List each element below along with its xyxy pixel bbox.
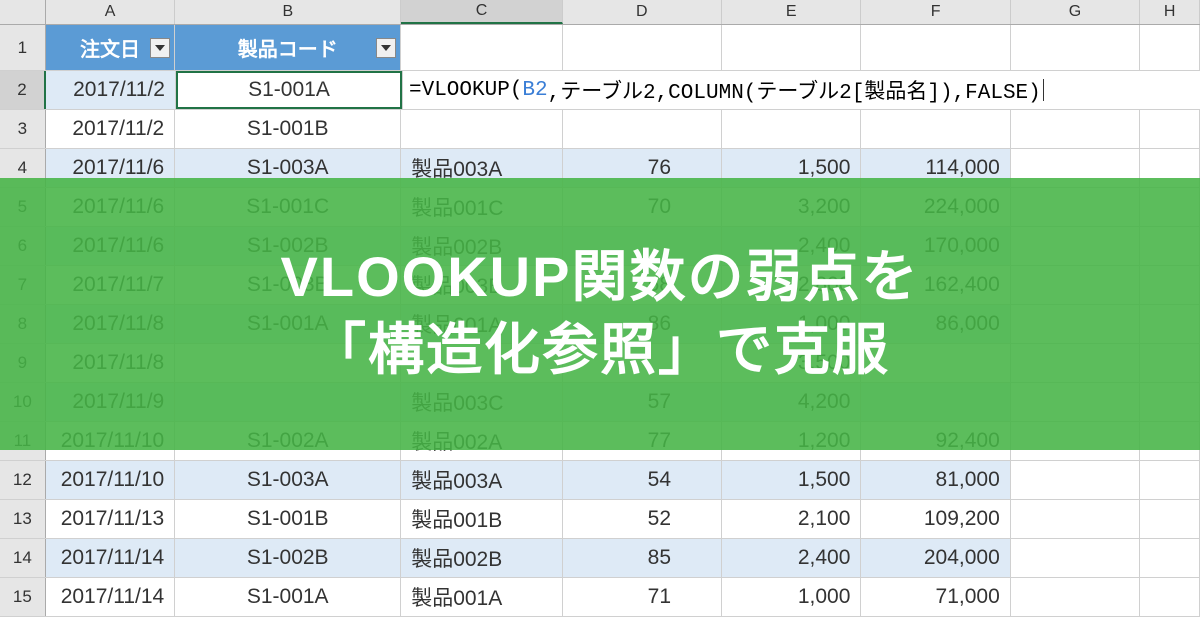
cell-B12[interactable]: S1-003A [175, 461, 401, 499]
cell-E14[interactable]: 2,400 [722, 539, 861, 577]
cell-B2[interactable]: S1-001A [176, 71, 403, 109]
cell-A12[interactable]: 2017/11/10 [46, 461, 175, 499]
cell[interactable] [563, 25, 723, 70]
cell-D14[interactable]: 85 [563, 539, 723, 577]
col-header-G[interactable]: G [1011, 0, 1140, 24]
cell-C13[interactable]: 製品001B [401, 500, 562, 538]
row-header-13[interactable]: 13 [0, 500, 46, 538]
cell-D3[interactable] [563, 110, 723, 148]
cell-F15[interactable]: 71,000 [861, 578, 1010, 616]
row-header-3[interactable]: 3 [0, 110, 46, 148]
cell-B3[interactable]: S1-001B [175, 110, 401, 148]
col-header-E[interactable]: E [722, 0, 861, 24]
cell-reference: B2 [522, 79, 547, 102]
cell-F12[interactable]: 81,000 [861, 461, 1010, 499]
cell-A14[interactable]: 2017/11/14 [46, 539, 175, 577]
col-header-D[interactable]: D [563, 0, 722, 24]
cell-D15[interactable]: 71 [563, 578, 723, 616]
col-header-A[interactable]: A [46, 0, 175, 24]
cell-D12[interactable]: 54 [563, 461, 723, 499]
cell-A3[interactable]: 2017/11/2 [46, 110, 175, 148]
cell-F14[interactable]: 204,000 [861, 539, 1010, 577]
col-header-B[interactable]: B [175, 0, 401, 24]
overlay-line-1: VLOOKUP関数の弱点を [281, 241, 920, 314]
cell-C14[interactable]: 製品002B [401, 539, 562, 577]
title-overlay: VLOOKUP関数の弱点を 「構造化参照」で克服 [0, 178, 1200, 450]
row-header-1[interactable]: 1 [0, 25, 46, 70]
cell-B13[interactable]: S1-001B [175, 500, 401, 538]
cell-E13[interactable]: 2,100 [722, 500, 861, 538]
cell-G13[interactable] [1011, 500, 1140, 538]
cell-G15[interactable] [1011, 578, 1140, 616]
filter-icon[interactable] [376, 38, 396, 58]
col-header-H[interactable]: H [1140, 0, 1200, 24]
cell-C3[interactable] [401, 110, 562, 148]
cell-F13[interactable]: 109,200 [861, 500, 1010, 538]
cell-E12[interactable]: 1,500 [722, 461, 861, 499]
cell-G14[interactable] [1011, 539, 1140, 577]
cell-C15[interactable]: 製品001A [401, 578, 562, 616]
cell-B15[interactable]: S1-001A [175, 578, 401, 616]
header-label: 製品コード [238, 33, 338, 62]
cell-H14[interactable] [1140, 539, 1200, 577]
cell-A15[interactable]: 2017/11/14 [46, 578, 175, 616]
cell-B14[interactable]: S1-002B [175, 539, 401, 577]
cell[interactable] [1011, 25, 1140, 70]
cell-G12[interactable] [1011, 461, 1140, 499]
row-header-14[interactable]: 14 [0, 539, 46, 577]
cell[interactable] [722, 25, 861, 70]
column-headers: ABCDEFGH [0, 0, 1200, 25]
cell-D13[interactable]: 52 [563, 500, 723, 538]
cell-F3[interactable] [861, 110, 1010, 148]
cell-E15[interactable]: 1,000 [722, 578, 861, 616]
table-header-product-code[interactable]: 製品コード [175, 25, 401, 70]
cell-A13[interactable]: 2017/11/13 [46, 500, 175, 538]
cell-H3[interactable] [1140, 110, 1200, 148]
filter-icon[interactable] [150, 38, 170, 58]
cell-H13[interactable] [1140, 500, 1200, 538]
cell-E3[interactable] [722, 110, 861, 148]
select-all-corner[interactable] [0, 0, 46, 24]
cell[interactable] [861, 25, 1010, 70]
col-header-F[interactable]: F [861, 0, 1010, 24]
row-header-15[interactable]: 15 [0, 578, 46, 616]
cell-A2[interactable]: 2017/11/2 [46, 71, 176, 109]
row-header-12[interactable]: 12 [0, 461, 46, 499]
cell[interactable] [1140, 25, 1200, 70]
formula-editor[interactable]: =VLOOKUP(B2,テーブル2,COLUMN(テーブル2[製品名]),FAL… [403, 71, 1113, 109]
cell-C12[interactable]: 製品003A [401, 461, 562, 499]
col-header-C[interactable]: C [401, 0, 562, 24]
cell[interactable] [401, 25, 562, 70]
cell-G3[interactable] [1011, 110, 1140, 148]
overlay-line-2: 「構造化参照」で克服 [310, 314, 890, 387]
table-header-order-date[interactable]: 注文日 [46, 25, 175, 70]
row-header-2[interactable]: 2 [0, 71, 46, 109]
cell-H15[interactable] [1140, 578, 1200, 616]
header-label: 注文日 [80, 33, 140, 62]
cell-H12[interactable] [1140, 461, 1200, 499]
